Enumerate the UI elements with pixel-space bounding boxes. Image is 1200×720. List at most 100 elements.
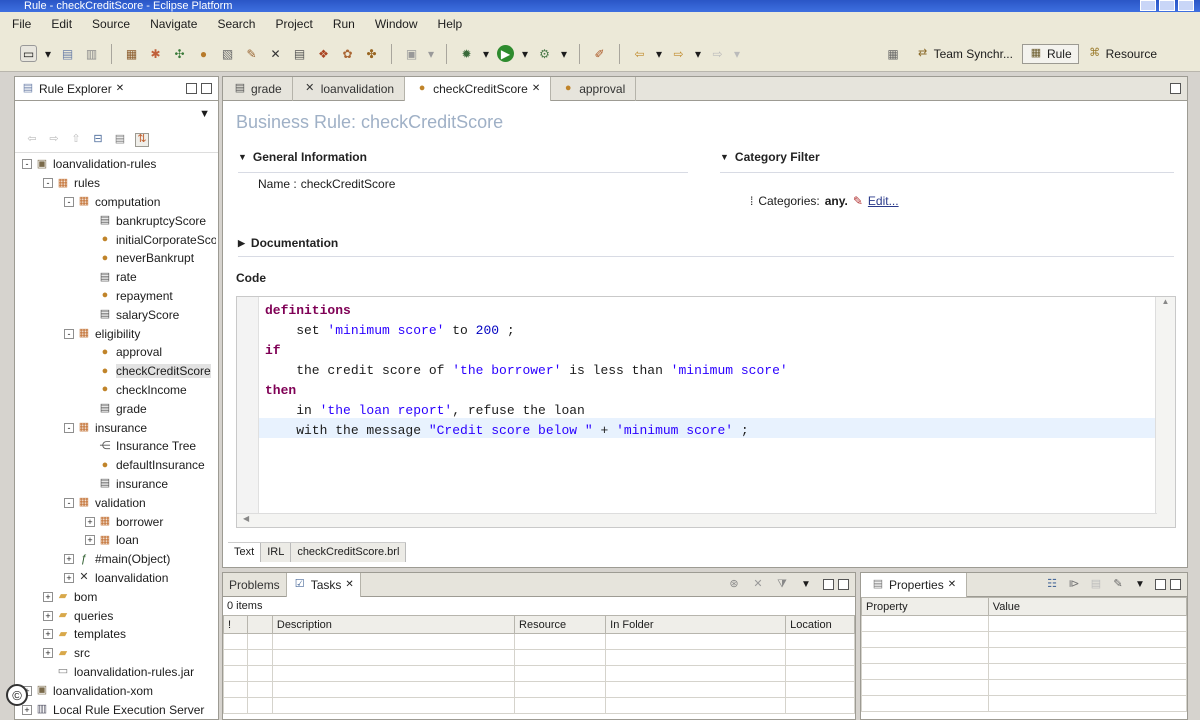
collapse-icon[interactable]: ▼ [238,152,247,162]
filter-icon[interactable]: ⧩ [775,578,789,592]
column-header[interactable]: Resource [514,615,607,634]
code-editor[interactable]: definitions set 'minimum score' to 200 ;… [236,296,1176,528]
close-window-button[interactable] [1178,0,1194,11]
maximize-view-button[interactable] [1170,579,1181,590]
link-with-editor-icon[interactable]: ⇅ [135,132,149,147]
tree-item[interactable]: ● neverBankrupt [16,249,216,268]
tree-item[interactable]: - ▦ insurance [16,418,216,437]
menu-run[interactable]: Run [333,17,355,31]
maximize-view-button[interactable] [838,579,849,590]
editor-tab-approval[interactable]: ● approval [551,76,637,101]
editor-page-tab[interactable]: IRL [261,543,292,562]
expand-icon[interactable]: + [43,629,53,640]
delete-icon[interactable]: ✕ [751,578,765,592]
new-decision-tree-icon[interactable]: ▤ [291,45,308,62]
tree-item[interactable]: ▭ loanvalidation-rules.jar [16,663,216,682]
new-task-icon[interactable]: ⊛ [727,578,741,592]
menu-project[interactable]: Project [275,17,312,31]
dropdown-icon[interactable]: ▾ [655,45,663,62]
new-action-rule-icon[interactable]: ● [195,45,212,62]
tree-item[interactable]: + ƒ #main(Object) [16,550,216,569]
dropdown-icon[interactable]: ▾ [427,45,435,62]
column-header[interactable]: In Folder [605,615,787,634]
tree-item[interactable]: + ▥ Local Rule Execution Server [16,700,216,719]
forward-icon[interactable]: ⇨ [670,45,687,62]
menu-source[interactable]: Source [92,17,130,31]
horizontal-scrollbar[interactable]: ◀ [237,513,1157,527]
new-function-icon[interactable]: ❖ [315,45,332,62]
external-tools-icon[interactable]: ⚙ [536,45,553,62]
collapse-icon[interactable]: ▼ [720,152,729,162]
perspective-resource[interactable]: ⌘ Resource [1081,44,1164,64]
expand-icon[interactable]: + [85,535,95,546]
expand-icon[interactable]: + [64,572,74,583]
collapse-icon[interactable]: - [43,178,53,189]
tree-item[interactable]: - ▦ computation [16,193,216,212]
collapse-all-icon[interactable]: ⊟ [91,133,105,147]
tree-item[interactable]: + ▦ loan [16,531,216,550]
filter-icon[interactable]: ▤ [1089,578,1103,592]
tree-item[interactable]: ▤ salaryScore [16,305,216,324]
tree-item[interactable]: + ▰ queries [16,606,216,625]
tasks-table[interactable]: ! Description Resource In Folder Location [222,615,855,714]
minimize-view-button[interactable] [186,83,197,94]
categories-edit-link[interactable]: Edit... [868,194,899,208]
open-type-icon[interactable]: ✐ [591,45,608,62]
restore-default-icon[interactable]: ✎ [1111,578,1125,592]
tree-item[interactable]: ▤ rate [16,268,216,287]
collapse-icon[interactable]: - [64,196,74,207]
new-technical-rule-icon[interactable]: ✤ [363,45,380,62]
vertical-scrollbar[interactable]: ▲ [1155,297,1175,527]
close-tab-icon[interactable]: ✕ [532,83,540,94]
perspective-rule[interactable]: ▦ Rule [1021,43,1079,64]
tree-item[interactable]: ⋲ Insurance Tree [16,437,216,456]
tree-item[interactable]: ● checkCreditScore [16,362,216,381]
perspective-team-synchr[interactable]: ⇄ Team Synchr... [909,44,1020,64]
tab-tasks[interactable]: ☑ Tasks ✕ [286,572,361,597]
column-header[interactable]: Value [987,597,1188,616]
view-menu-icon[interactable]: ▼ [199,108,210,120]
menu-edit[interactable]: Edit [51,17,72,31]
view-menu-icon[interactable]: ▼ [1133,578,1147,592]
categories-icon[interactable]: ☷ [1045,578,1059,592]
new-icon[interactable]: ▭ [20,45,37,62]
close-view-icon[interactable]: ✕ [948,579,956,590]
new-decision-table-icon[interactable]: ▧ [219,45,236,62]
next-icon[interactable]: ⇨ [709,45,726,62]
up-icon[interactable]: ⇧ [69,133,83,147]
collapse-icon[interactable]: - [64,497,74,508]
column-header[interactable]: Property [861,597,989,616]
tree-item[interactable]: ▤ grade [16,399,216,418]
tree-item[interactable]: ● repayment [16,287,216,306]
maximize-view-button[interactable] [201,83,212,94]
column-header[interactable] [247,615,273,634]
menu-window[interactable]: Window [375,17,418,31]
column-header[interactable]: Location [785,615,855,634]
tree-item[interactable]: ▤ insurance [16,475,216,494]
minimize-window-button[interactable] [1140,0,1156,11]
collapse-icon[interactable]: - [64,328,74,339]
maximize-editor-button[interactable] [1170,83,1181,94]
tree-item[interactable]: ● defaultInsurance [16,456,216,475]
dropdown-icon[interactable]: ▾ [694,45,702,62]
dropdown-icon[interactable]: ▾ [560,45,568,62]
dropdown-icon[interactable]: ▾ [44,45,52,62]
menu-help[interactable]: Help [438,17,463,31]
tree-item[interactable]: + ▰ templates [16,625,216,644]
rule-code[interactable]: definitions set 'minimum score' to 200 ;… [265,301,788,441]
tree-item[interactable]: ● checkIncome [16,381,216,400]
properties-table[interactable]: Property Value [861,597,1188,712]
editor-tab-grade[interactable]: ▤ grade [223,76,293,101]
forward-icon[interactable]: ⇨ [47,133,61,147]
category-filter-section[interactable]: ▼ Category Filter [720,150,820,164]
minimize-view-button[interactable] [823,579,834,590]
maximize-window-button[interactable] [1159,0,1175,11]
new-ruleflow-icon[interactable]: ✕ [267,45,284,62]
new-rule-project-icon[interactable]: ▦ [123,45,140,62]
expand-icon[interactable]: + [43,610,53,621]
close-view-icon[interactable]: ✕ [116,83,124,94]
menu-search[interactable]: Search [217,17,255,31]
general-information-section[interactable]: ▼ General Information [238,150,367,164]
tree-item[interactable]: + ✕ loanvalidation [16,569,216,588]
back-icon[interactable]: ⇦ [25,133,39,147]
